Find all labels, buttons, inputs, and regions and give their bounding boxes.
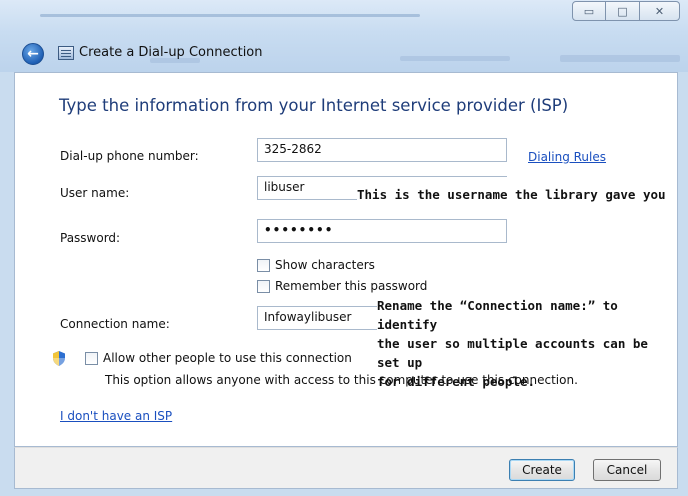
password-field[interactable]: ••••••••	[257, 219, 507, 243]
checkbox-icon	[85, 351, 98, 365]
connection-name-field[interactable]: Infowaylibuser	[257, 306, 377, 330]
back-button[interactable]: ←	[22, 43, 44, 65]
window-title: Create a Dial-up Connection	[79, 45, 263, 60]
allow-others-label: Allow other people to use this connectio…	[103, 351, 352, 365]
annotation-line: Rename the “Connection name:” to identif…	[377, 298, 618, 332]
dialing-rules-link[interactable]: Dialing Rules	[528, 150, 606, 164]
show-characters-label: Show characters	[275, 258, 375, 272]
remember-password-checkbox[interactable]: Remember this password	[257, 279, 427, 293]
window-titlebar: ▭ □ ✕ ← Create a Dial-up Connection	[0, 0, 688, 72]
close-button[interactable]: ✕	[640, 1, 680, 21]
background-blur	[560, 55, 680, 62]
connection-name-label: Connection name:	[60, 317, 170, 331]
arrow-left-icon: ←	[27, 46, 39, 62]
remember-password-label: Remember this password	[275, 279, 428, 293]
checkbox-icon	[257, 258, 270, 272]
window-caption-buttons: ▭ □ ✕	[572, 1, 680, 21]
maximize-button[interactable]: □	[606, 1, 640, 21]
password-label: Password:	[60, 231, 121, 245]
phone-number-field[interactable]: 325-2862	[257, 138, 507, 162]
annotation-line: the user so multiple accounts can be set…	[377, 336, 648, 370]
cancel-button[interactable]: Cancel	[593, 459, 661, 481]
username-label: User name:	[60, 186, 130, 200]
background-taskbar-text	[40, 14, 420, 17]
wizard-footer: Create Cancel	[14, 447, 678, 489]
uac-shield-icon	[53, 351, 65, 366]
username-annotation: This is the username the library gave yo…	[357, 185, 666, 204]
minimize-button[interactable]: ▭	[572, 1, 606, 21]
allow-others-checkbox[interactable]: Allow other people to use this connectio…	[85, 351, 352, 365]
show-characters-checkbox[interactable]: Show characters	[257, 258, 375, 272]
no-isp-link[interactable]: I don't have an ISP	[60, 409, 172, 423]
background-blur	[400, 56, 510, 61]
phone-number-label: Dial-up phone number:	[60, 149, 199, 163]
dialup-connection-icon	[58, 46, 74, 60]
maximize-icon: □	[617, 4, 628, 18]
checkbox-icon	[257, 279, 270, 293]
wizard-content: Type the information from your Internet …	[14, 72, 678, 447]
close-icon: ✕	[654, 4, 665, 18]
create-button[interactable]: Create	[509, 459, 575, 481]
minimize-icon: ▭	[583, 4, 595, 18]
allow-others-description: This option allows anyone with access to…	[105, 373, 578, 387]
page-heading: Type the information from your Internet …	[59, 96, 569, 115]
